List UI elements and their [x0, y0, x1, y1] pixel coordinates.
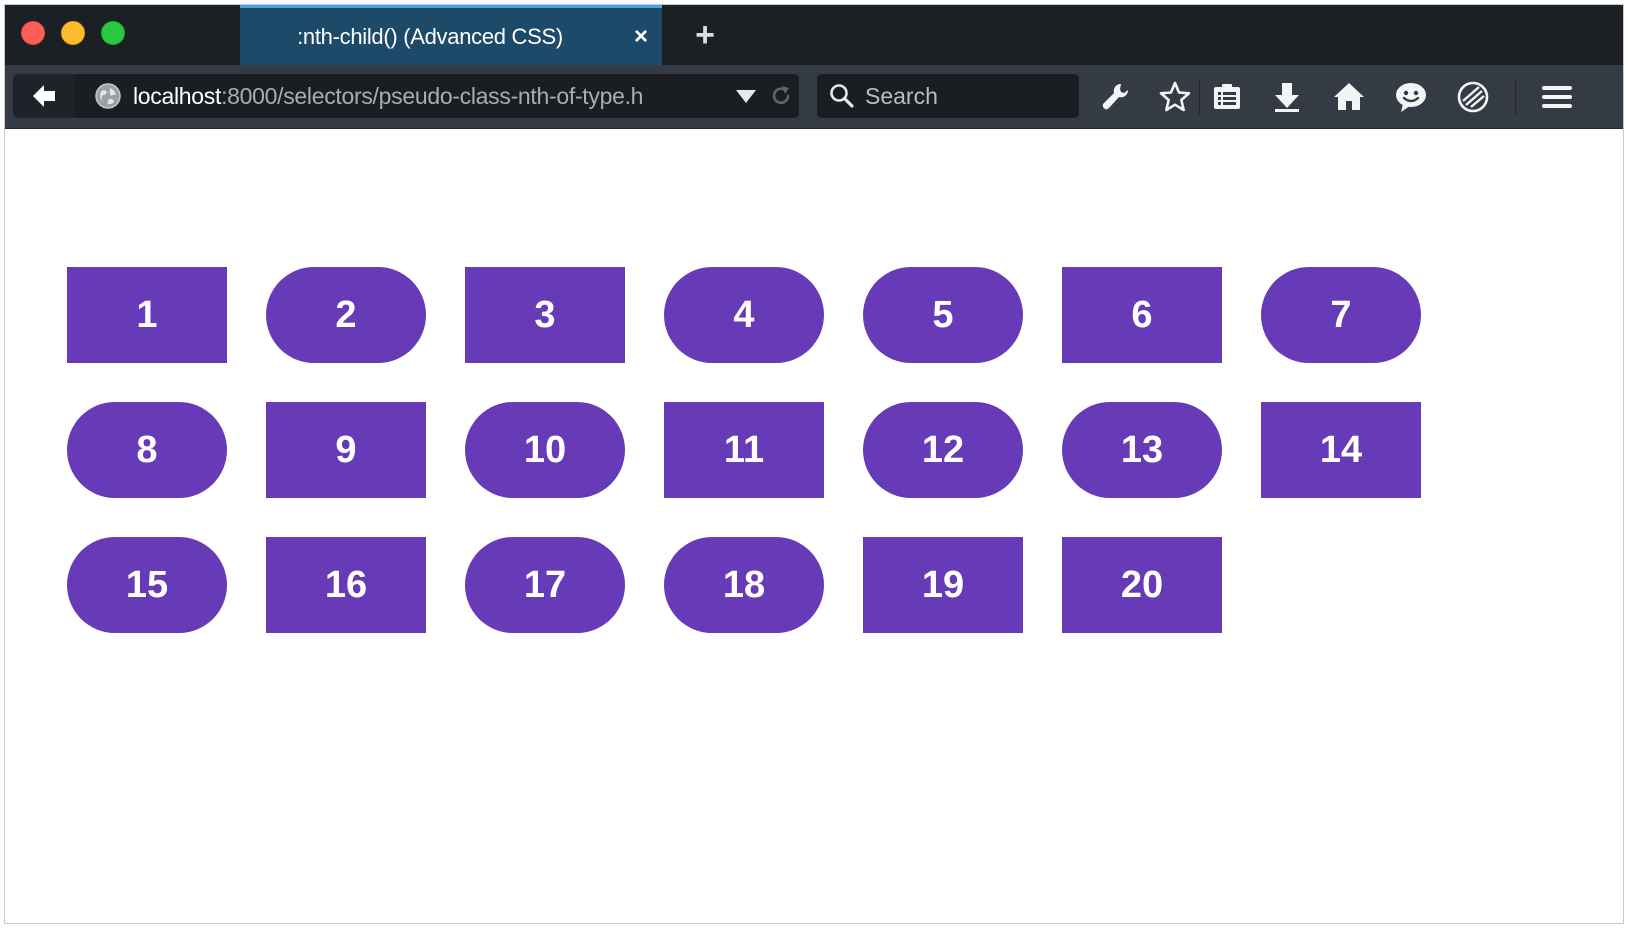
url-path: :8000/selectors/pseudo-class-nth-of-type…: [221, 83, 644, 109]
back-arrow-icon: [33, 85, 55, 107]
home-button[interactable]: [1331, 79, 1367, 115]
reading-list-icon: [1214, 84, 1240, 109]
box-item: 20: [1062, 537, 1222, 633]
box-item: 6: [1062, 267, 1222, 363]
tab-bar: :nth-child() (Advanced CSS) × +: [5, 5, 1623, 65]
box-item: 18: [664, 537, 824, 633]
box-item: 8: [67, 402, 227, 498]
tab-close-icon[interactable]: ×: [634, 8, 648, 65]
box-item: 3: [465, 267, 625, 363]
tab-title: :nth-child() (Advanced CSS): [297, 24, 563, 49]
bookmark-star-button[interactable]: [1157, 79, 1193, 115]
toolbar-separator: [1515, 79, 1516, 115]
toolbar-separator: [1199, 79, 1200, 115]
chat-button[interactable]: [1393, 79, 1429, 115]
address-bar[interactable]: localhost:8000/selectors/pseudo-class-nt…: [75, 74, 799, 118]
browser-window: :nth-child() (Advanced CSS) × + localhos…: [4, 4, 1624, 924]
box-item: 5: [863, 267, 1023, 363]
url-host: localhost: [133, 83, 222, 109]
box-item: 19: [863, 537, 1023, 633]
hamburger-menu-icon: [1542, 86, 1572, 108]
download-icon: [1275, 83, 1299, 112]
new-tab-button[interactable]: +: [687, 17, 723, 53]
box-item: 2: [266, 267, 426, 363]
url-text[interactable]: localhost:8000/selectors/pseudo-class-nt…: [133, 74, 723, 118]
reading-list-button[interactable]: [1209, 79, 1245, 115]
box-grid: 1 2 3 4 5 6 7 8 9 10 11 12 13 14 15 16 17 18 19 20: [67, 267, 1467, 633]
globe-icon: [95, 83, 121, 109]
tab-active[interactable]: :nth-child() (Advanced CSS) ×: [240, 5, 662, 65]
back-button[interactable]: [13, 74, 75, 118]
box-item: 7: [1261, 267, 1421, 363]
page-content: 1 2 3 4 5 6 7 8 9 10 11 12 13 14 15 16 17 18 19 20: [5, 129, 1623, 923]
window-maximize-button[interactable]: [101, 21, 125, 45]
search-input[interactable]: [865, 74, 1065, 118]
dropdown-arrow-icon[interactable]: [735, 88, 757, 104]
developer-tools-button[interactable]: [1097, 79, 1133, 115]
box-item: 4: [664, 267, 824, 363]
search-icon: [830, 84, 854, 108]
wrench-icon: [1102, 83, 1129, 110]
star-icon: [1159, 81, 1191, 112]
box-item: 15: [67, 537, 227, 633]
box-item: 14: [1261, 402, 1421, 498]
box-item: 16: [266, 537, 426, 633]
box-item: 10: [465, 402, 625, 498]
window-close-button[interactable]: [21, 21, 45, 45]
box-item: 17: [465, 537, 625, 633]
box-item: 1: [67, 267, 227, 363]
box-item: 13: [1062, 402, 1222, 498]
box-item: 9: [266, 402, 426, 498]
box-item: 12: [863, 402, 1023, 498]
chat-icon: [1396, 83, 1426, 112]
reload-icon[interactable]: [769, 84, 793, 108]
box-item: 11: [664, 402, 824, 498]
search-bar[interactable]: [817, 74, 1079, 118]
downloads-button[interactable]: [1269, 79, 1305, 115]
menu-button[interactable]: [1539, 79, 1575, 115]
pocket-icon: [1457, 81, 1489, 113]
home-icon: [1334, 83, 1364, 110]
pocket-button[interactable]: [1455, 79, 1491, 115]
window-minimize-button[interactable]: [61, 21, 85, 45]
navigation-toolbar: localhost:8000/selectors/pseudo-class-nt…: [5, 65, 1623, 129]
